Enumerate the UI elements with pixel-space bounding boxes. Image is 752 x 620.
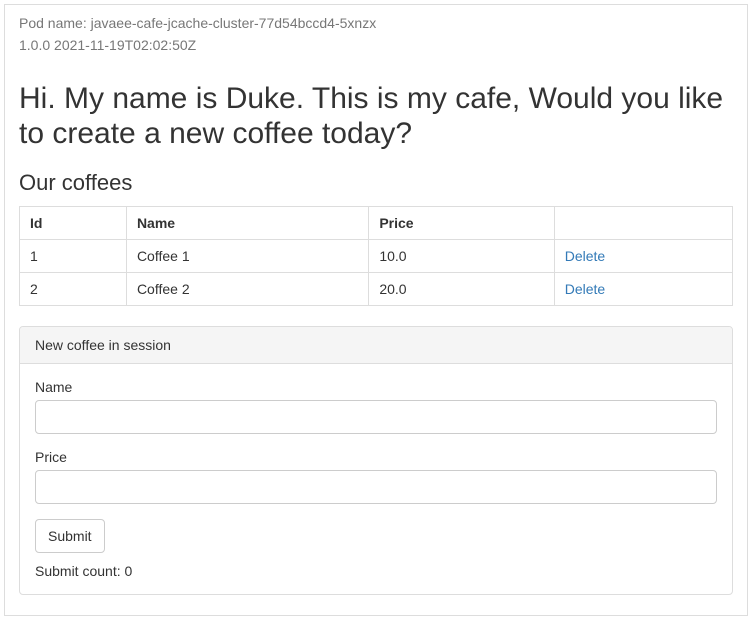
version: 1.0.0 bbox=[19, 37, 50, 53]
section-title: Our coffees bbox=[19, 170, 733, 196]
price-input[interactable] bbox=[35, 470, 717, 504]
pod-label: Pod name: bbox=[19, 15, 87, 31]
col-actions bbox=[554, 206, 732, 239]
name-input[interactable] bbox=[35, 400, 717, 434]
delete-link[interactable]: Delete bbox=[565, 248, 605, 264]
panel-heading: New coffee in session bbox=[20, 327, 732, 364]
submit-button[interactable]: Submit bbox=[35, 519, 105, 553]
pod-info: Pod name: javaee-cafe-jcache-cluster-77d… bbox=[19, 15, 733, 31]
table-row: 1 Coffee 1 10.0 Delete bbox=[20, 239, 733, 272]
submit-count-label: Submit count: bbox=[35, 563, 121, 579]
name-label: Name bbox=[35, 379, 717, 395]
build-timestamp: 2021-11-19T02:02:50Z bbox=[54, 37, 196, 53]
cell-price: 20.0 bbox=[369, 272, 554, 305]
cell-id: 1 bbox=[20, 239, 127, 272]
version-info: 1.0.0 2021-11-19T02:02:50Z bbox=[19, 37, 733, 53]
table-header-row: Id Name Price bbox=[20, 206, 733, 239]
coffees-table: Id Name Price 1 Coffee 1 10.0 Delete 2 C… bbox=[19, 206, 733, 306]
panel-body: Name Price Submit Submit count: 0 bbox=[20, 364, 732, 594]
submit-count-value: 0 bbox=[125, 563, 133, 579]
app-container: Pod name: javaee-cafe-jcache-cluster-77d… bbox=[4, 4, 748, 616]
cell-name: Coffee 2 bbox=[126, 272, 368, 305]
delete-link[interactable]: Delete bbox=[565, 281, 605, 297]
page-title: Hi. My name is Duke. This is my cafe, Wo… bbox=[19, 81, 733, 152]
col-id: Id bbox=[20, 206, 127, 239]
table-row: 2 Coffee 2 20.0 Delete bbox=[20, 272, 733, 305]
new-coffee-panel: New coffee in session Name Price Submit … bbox=[19, 326, 733, 595]
col-price: Price bbox=[369, 206, 554, 239]
price-label: Price bbox=[35, 449, 717, 465]
cell-price: 10.0 bbox=[369, 239, 554, 272]
pod-name: javaee-cafe-jcache-cluster-77d54bccd4-5x… bbox=[91, 15, 377, 31]
col-name: Name bbox=[126, 206, 368, 239]
cell-id: 2 bbox=[20, 272, 127, 305]
cell-name: Coffee 1 bbox=[126, 239, 368, 272]
submit-count: Submit count: 0 bbox=[35, 563, 717, 579]
